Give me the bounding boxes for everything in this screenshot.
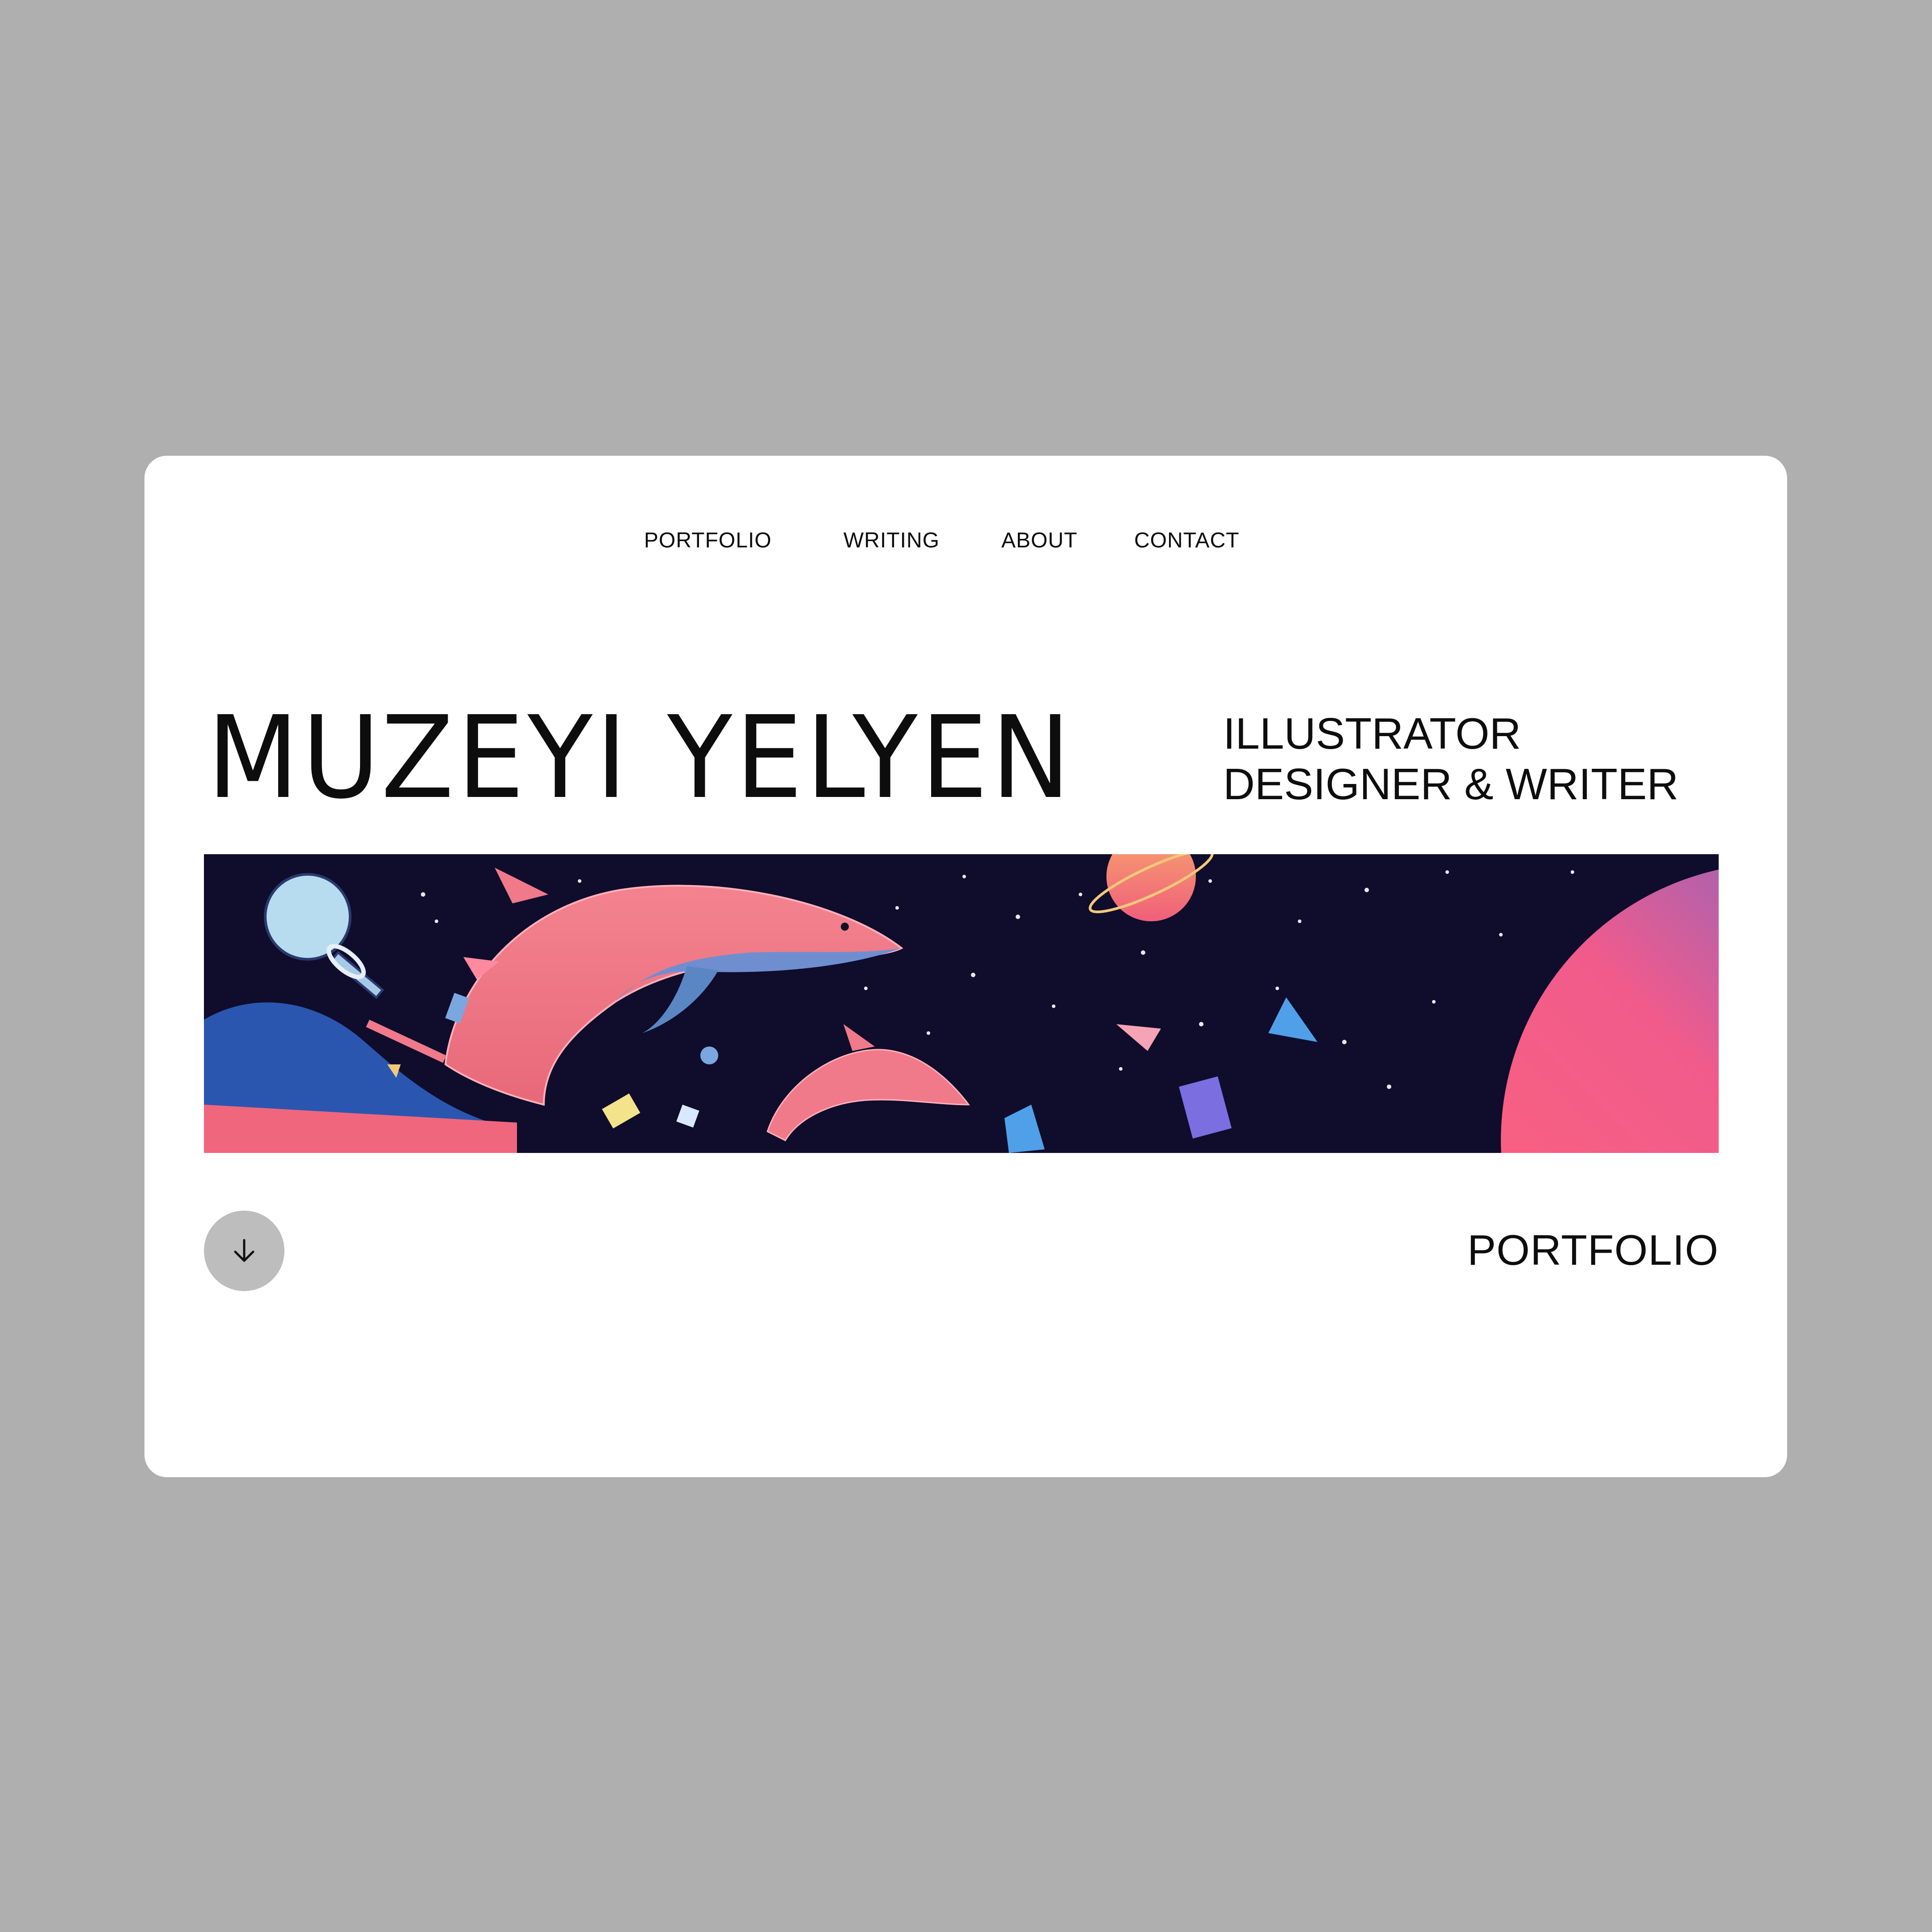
tagline-line-2: DESIGNER & WRITER (1223, 759, 1679, 809)
nav-item-portfolio[interactable]: PORTFOLIO (644, 527, 772, 554)
nav-item-contact[interactable]: CONTACT (1134, 527, 1239, 554)
tagline: ILLUSTRATOR DESIGNER & WRITER (1223, 708, 1678, 809)
main-card: PORTFOLIO WRITING ABOUT CONTACT MUZEYI Y… (144, 456, 1787, 1477)
nav-item-writing[interactable]: WRITING (843, 527, 940, 554)
banner-artwork (204, 854, 1719, 1153)
scroll-down-button[interactable] (204, 1211, 284, 1291)
section-heading-portfolio: PORTFOLIO (1467, 1226, 1719, 1274)
hero-banner-illustration (204, 854, 1719, 1153)
nav-item-about[interactable]: ABOUT (1001, 527, 1077, 554)
top-nav: PORTFOLIO WRITING ABOUT CONTACT (144, 527, 1787, 554)
arrow-down-icon (234, 1239, 254, 1262)
tagline-line-1: ILLUSTRATOR (1223, 709, 1521, 758)
page-title: MUZEYI YELYEN (207, 691, 1074, 824)
